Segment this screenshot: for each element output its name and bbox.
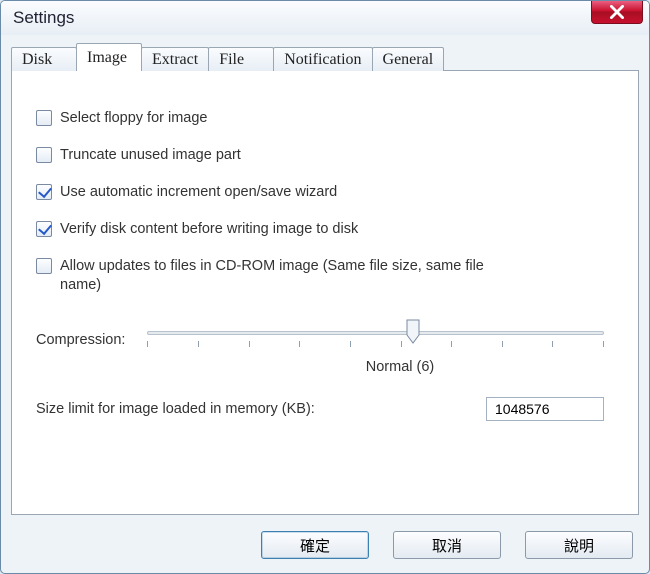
compression-label: Compression: [36,332,125,348]
slider-thumb-icon [406,319,420,345]
label-select-floppy: Select floppy for image [60,109,208,128]
tab-strip: Disk Image Extract File Notification Gen… [11,43,639,71]
label-auto-increment: Use automatic increment open/save wizard [60,183,337,202]
checkbox-truncate[interactable] [36,147,52,163]
option-verify: Verify disk content before writing image… [36,220,614,239]
close-icon [610,5,624,19]
client-area: Disk Image Extract File Notification Gen… [11,43,639,515]
tab-notification[interactable]: Notification [273,47,372,71]
compression-value: Normal (6) [186,359,614,375]
close-button[interactable] [591,0,643,24]
option-truncate: Truncate unused image part [36,146,614,165]
checkbox-auto-increment[interactable] [36,184,52,200]
compression-slider[interactable] [147,323,614,357]
tab-disk[interactable]: Disk [11,47,77,71]
memory-label: Size limit for image loaded in memory (K… [36,401,315,417]
compression-row: Compression: [36,323,614,357]
label-truncate: Truncate unused image part [60,146,241,165]
dialog-button-row: 確定 取消 說明 [261,531,633,559]
window-title: Settings [13,8,74,28]
memory-row: Size limit for image loaded in memory (K… [36,397,614,421]
settings-dialog: Settings Disk Image Extract File Notific… [0,0,650,574]
checkbox-verify[interactable] [36,221,52,237]
help-button[interactable]: 說明 [525,531,633,559]
option-select-floppy: Select floppy for image [36,109,614,128]
slider-track [147,331,604,335]
memory-input[interactable] [486,397,604,421]
slider-ticks [147,341,604,349]
tab-extract[interactable]: Extract [141,47,209,71]
titlebar: Settings [1,1,649,35]
tab-panel-image: Select floppy for image Truncate unused … [11,70,639,515]
slider-thumb[interactable] [406,319,420,345]
label-allow-updates: Allow updates to files in CD-ROM image (… [60,257,500,295]
tab-image[interactable]: Image [76,43,142,71]
tab-general[interactable]: General [372,47,445,71]
option-allow-updates: Allow updates to files in CD-ROM image (… [36,257,614,295]
checkbox-allow-updates[interactable] [36,258,52,274]
label-verify: Verify disk content before writing image… [60,220,358,239]
option-auto-increment: Use automatic increment open/save wizard [36,183,614,202]
ok-button[interactable]: 確定 [261,531,369,559]
tab-file[interactable]: File [208,47,274,71]
checkbox-select-floppy[interactable] [36,110,52,126]
cancel-button[interactable]: 取消 [393,531,501,559]
